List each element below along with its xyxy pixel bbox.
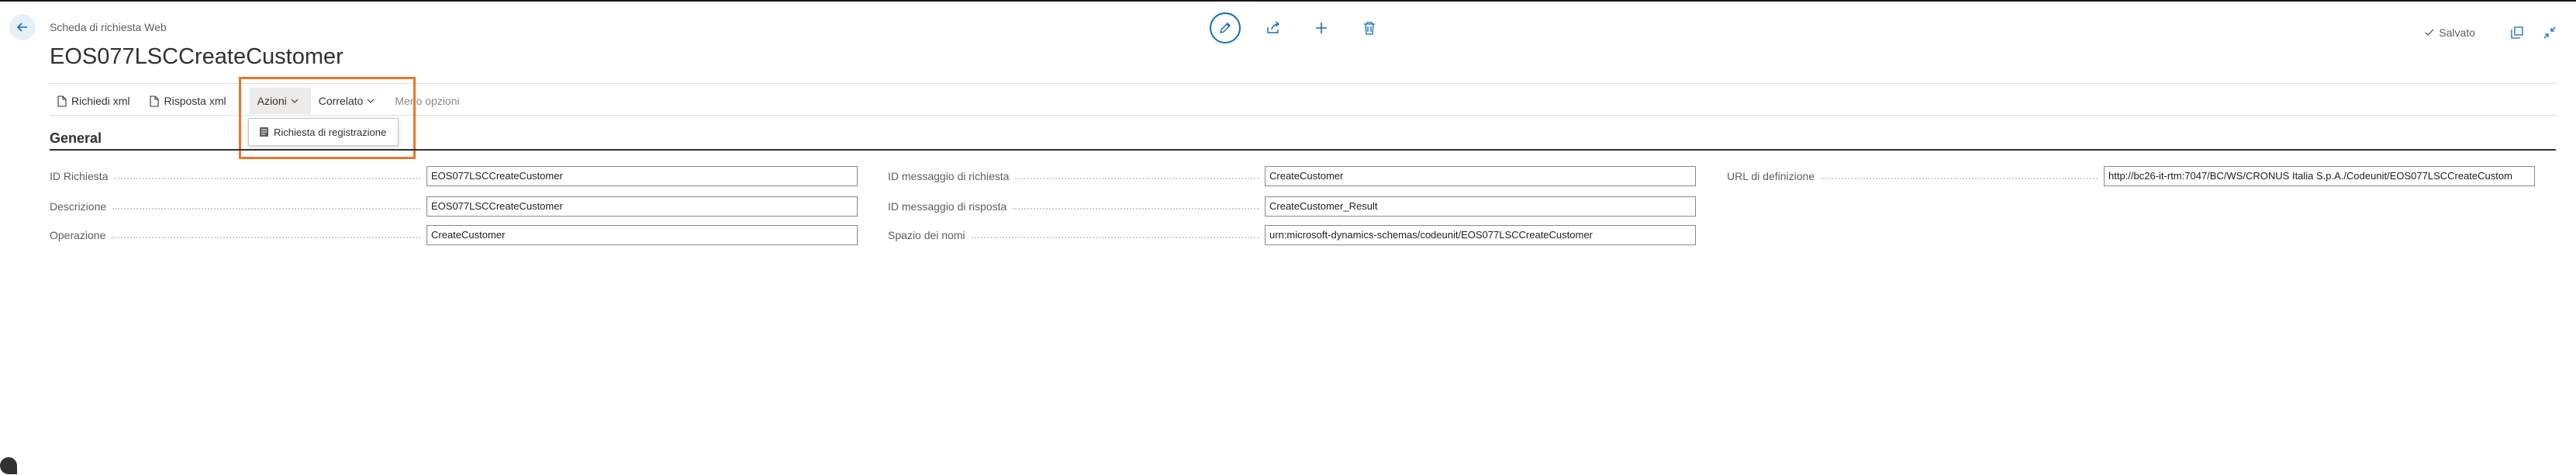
page-title: EOS077LSCCreateCustomer: [50, 44, 344, 69]
edit-button[interactable]: [1210, 12, 1241, 43]
field-operation: Operazione CreateCustomer: [50, 224, 858, 247]
trash-icon: [1364, 22, 1375, 35]
request-message-id-input[interactable]: CreateCustomer: [1265, 166, 1696, 186]
operation-input[interactable]: CreateCustomer: [426, 225, 858, 245]
request-xml-label: Richiedi xml: [71, 95, 130, 107]
top-border: [0, 0, 2576, 2]
share-icon: [1267, 21, 1280, 33]
delete-button[interactable]: [1354, 12, 1385, 43]
plus-icon: [1316, 23, 1327, 33]
back-button[interactable]: [9, 14, 36, 40]
field-label: ID messaggio di richiesta: [888, 170, 1010, 182]
collapse-arrows-icon: [2543, 26, 2556, 39]
share-button[interactable]: [1258, 12, 1289, 43]
open-new-window-button[interactable]: [2508, 17, 2526, 48]
field-request-message-id: ID messaggio di richiesta CreateCustomer: [888, 165, 1696, 188]
field-request-id: ID Richiesta EOS077LSCCreateCustomer: [50, 165, 858, 188]
help-button[interactable]: [0, 457, 17, 474]
page-caption: Scheda di richiesta Web: [50, 21, 167, 33]
toolbar-divider: [50, 115, 2556, 116]
field-label: Descrizione: [50, 200, 107, 213]
check-icon: [2425, 26, 2434, 39]
header-divider: [50, 83, 2556, 84]
open-in-new-window-icon: [2511, 26, 2523, 39]
document-icon: [57, 95, 67, 107]
field-definition-url: URL di definizione http://bc26-it-rtm:70…: [1727, 165, 2535, 188]
request-xml-button[interactable]: Richiedi xml: [50, 88, 137, 114]
arrow-left-icon: [16, 23, 27, 32]
response-xml-label: Risposta xml: [164, 95, 226, 107]
namespace-input[interactable]: urn:microsoft-dynamics-schemas/codeunit/…: [1265, 225, 1696, 245]
section-title-general[interactable]: General: [50, 130, 102, 147]
field-label: Operazione: [50, 229, 106, 241]
collapse-button[interactable]: [2540, 17, 2559, 48]
description-input[interactable]: EOS077LSCCreateCustomer: [426, 196, 858, 217]
field-response-message-id: ID messaggio di risposta CreateCustomer_…: [888, 195, 1696, 218]
field-description: Descrizione EOS077LSCCreateCustomer: [50, 195, 858, 218]
response-xml-button[interactable]: Risposta xml: [142, 88, 233, 114]
section-rule: [50, 149, 2556, 151]
pencil-icon: [1220, 23, 1231, 33]
definition-url-input[interactable]: http://bc26-it-rtm:7047/BC/WS/CRONUS Ita…: [2104, 166, 2535, 186]
document-icon: [150, 95, 160, 107]
field-label: URL di definizione: [1727, 170, 1815, 182]
request-id-input[interactable]: EOS077LSCCreateCustomer: [426, 166, 858, 186]
field-label: ID Richiesta: [50, 170, 109, 182]
page-actions: [1210, 12, 1402, 43]
saved-status: Salvato: [2425, 26, 2475, 39]
saved-label: Salvato: [2439, 26, 2475, 39]
highlight-box: [239, 77, 416, 159]
new-button[interactable]: [1306, 12, 1337, 43]
field-label: ID messaggio di risposta: [888, 200, 1007, 213]
field-namespace: Spazio dei nomi urn:microsoft-dynamics-s…: [888, 224, 1696, 247]
page-status-actions: Salvato: [2425, 17, 2559, 48]
field-label: Spazio dei nomi: [888, 229, 965, 241]
response-message-id-input[interactable]: CreateCustomer_Result: [1265, 196, 1696, 217]
